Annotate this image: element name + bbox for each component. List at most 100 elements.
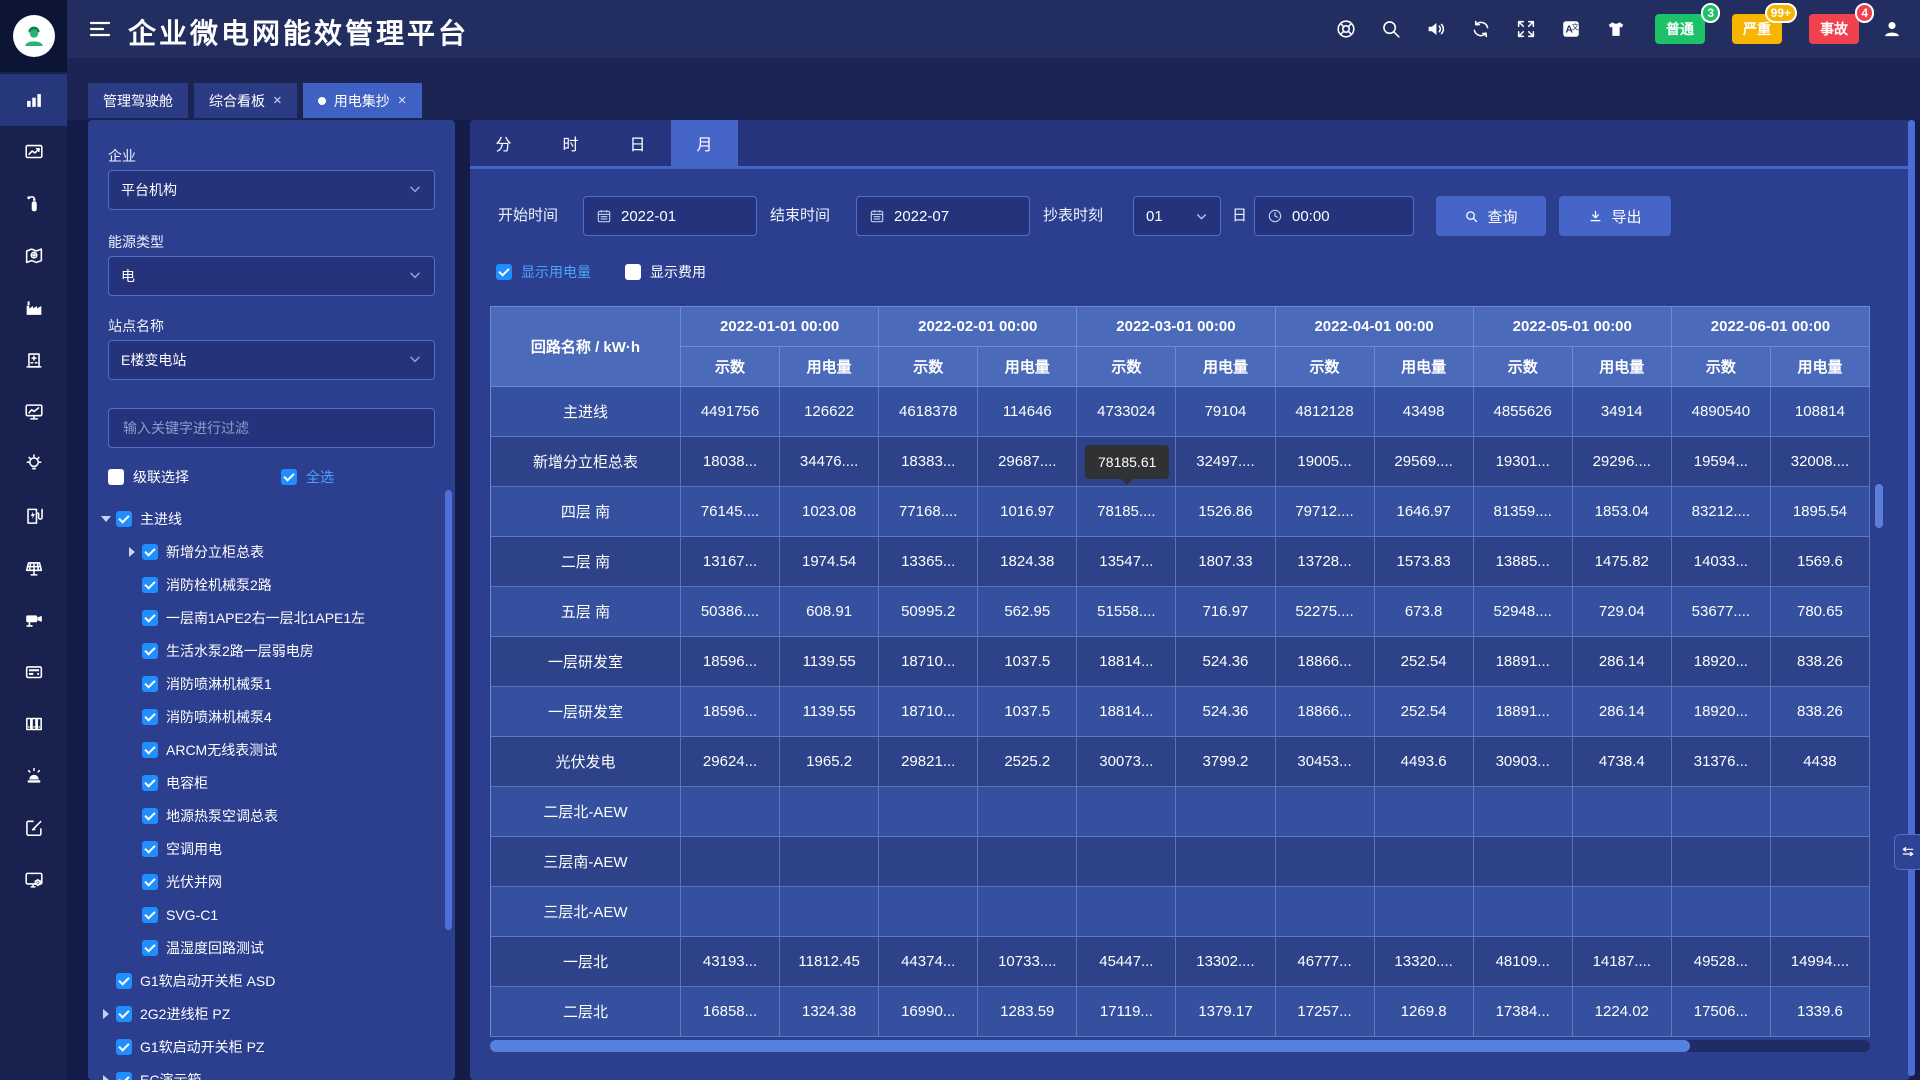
sidebar-item-edit[interactable]: [0, 802, 67, 854]
alarm-badge-0[interactable]: 普通3: [1655, 14, 1705, 44]
energy-type-select[interactable]: 电: [108, 256, 435, 296]
sidebar-item-solar-panel[interactable]: [0, 542, 67, 594]
sidebar-item-ev-charger[interactable]: [0, 490, 67, 542]
end-date-input[interactable]: 2022-07: [856, 196, 1030, 236]
tree-item[interactable]: G1软启动开关柜 ASD: [88, 964, 440, 997]
translate-icon[interactable]: A文: [1559, 17, 1583, 41]
select-all-checkbox[interactable]: [281, 469, 297, 485]
tree-checkbox[interactable]: [116, 1039, 132, 1055]
keyword-filter-input[interactable]: [108, 408, 435, 448]
sidebar-item-cabinet[interactable]: [0, 698, 67, 750]
meter-time-input[interactable]: 00:00: [1254, 196, 1414, 236]
table-horizontal-scrollbar[interactable]: [490, 1040, 1690, 1052]
tree-checkbox[interactable]: [142, 808, 158, 824]
tree-expand-icon[interactable]: [96, 1009, 116, 1019]
tree-item[interactable]: 消防喷淋机械泵1: [88, 667, 440, 700]
lifebuoy-icon[interactable]: [1334, 17, 1358, 41]
sidebar-item-trend-chart[interactable]: [0, 126, 67, 178]
tree-checkbox[interactable]: [142, 775, 158, 791]
period-tab-3[interactable]: 月: [671, 120, 738, 166]
start-date-input[interactable]: 2022-01: [583, 196, 757, 236]
sidebar-item-device[interactable]: [0, 646, 67, 698]
tree-checkbox[interactable]: [116, 973, 132, 989]
tree-checkbox[interactable]: [142, 709, 158, 725]
tree-item[interactable]: 温湿度回路测试: [88, 931, 440, 964]
tree-expand-icon[interactable]: [96, 1075, 116, 1080]
cascade-checkbox[interactable]: [108, 469, 124, 485]
checkbox[interactable]: [496, 264, 512, 280]
sidebar-item-hospital[interactable]: [0, 334, 67, 386]
volume-icon[interactable]: [1424, 17, 1448, 41]
tree-checkbox[interactable]: [116, 511, 132, 527]
user-icon[interactable]: [1880, 17, 1904, 41]
shirt-icon[interactable]: [1604, 17, 1628, 41]
nav-tab-1[interactable]: 综合看板×: [194, 83, 297, 118]
tree-item[interactable]: EC演示箱: [88, 1063, 440, 1080]
sidebar-item-camera[interactable]: [0, 594, 67, 646]
enterprise-select[interactable]: 平台机构: [108, 170, 435, 210]
close-icon[interactable]: ×: [398, 93, 407, 108]
tree-item[interactable]: 主进线: [88, 502, 440, 535]
value-cell: [1573, 837, 1672, 887]
display-checkbox-0[interactable]: 显示用电量: [496, 262, 591, 282]
checkbox[interactable]: [625, 264, 641, 280]
tree-checkbox[interactable]: [142, 874, 158, 890]
sidebar-item-factory[interactable]: [0, 282, 67, 334]
period-tab-0[interactable]: 分: [470, 120, 537, 166]
panel-scrollbar[interactable]: [445, 490, 452, 930]
tree-checkbox[interactable]: [142, 643, 158, 659]
nav-tab-0[interactable]: 管理驾驶舱: [88, 83, 188, 118]
sidebar-item-monitor-settings[interactable]: [0, 854, 67, 906]
tree-item[interactable]: SVG-C1: [88, 898, 440, 931]
tree-checkbox[interactable]: [142, 940, 158, 956]
query-button[interactable]: 查询: [1436, 196, 1546, 236]
tree-item[interactable]: 新增分立柜总表: [88, 535, 440, 568]
tree-checkbox[interactable]: [142, 841, 158, 857]
tree-item[interactable]: 生活水泵2路一层弱电房: [88, 634, 440, 667]
nav-tab-2[interactable]: 用电集抄×: [303, 83, 422, 118]
tree-expand-icon[interactable]: [96, 516, 116, 522]
sidebar-item-bulb[interactable]: [0, 438, 67, 490]
search-icon[interactable]: [1379, 17, 1403, 41]
tree-item[interactable]: 2G2进线柜 PZ: [88, 997, 440, 1030]
value-cell: 50386....: [681, 587, 780, 637]
tree-item[interactable]: 一层南1APE2右一层北1APE1左: [88, 601, 440, 634]
sidebar-item-monitor-chart[interactable]: [0, 386, 67, 438]
close-icon[interactable]: ×: [273, 93, 282, 108]
tree-item[interactable]: 地源热泵空调总表: [88, 799, 440, 832]
tree-item[interactable]: 光伏并网: [88, 865, 440, 898]
tree-item[interactable]: 空调用电: [88, 832, 440, 865]
tree-checkbox[interactable]: [142, 577, 158, 593]
refresh-icon[interactable]: [1469, 17, 1493, 41]
sidebar-item-bar-chart[interactable]: [0, 74, 67, 126]
display-checkbox-1[interactable]: 显示费用: [625, 262, 706, 282]
tree-checkbox[interactable]: [142, 676, 158, 692]
period-tab-2[interactable]: 日: [604, 120, 671, 166]
tree-item[interactable]: 消防栓机械泵2路: [88, 568, 440, 601]
tree-expand-icon[interactable]: [122, 547, 142, 557]
table-vertical-scrollbar[interactable]: [1875, 484, 1883, 528]
tree-checkbox[interactable]: [116, 1006, 132, 1022]
alarm-badge-1[interactable]: 严重99+: [1732, 14, 1782, 44]
alarm-badge-2[interactable]: 事故4: [1809, 14, 1859, 44]
meter-day-select[interactable]: 01: [1133, 196, 1221, 236]
sidebar-item-fire-extinguisher[interactable]: [0, 178, 67, 230]
tree-checkbox[interactable]: [116, 1072, 132, 1080]
tree-checkbox[interactable]: [142, 544, 158, 560]
sidebar-item-alarm[interactable]: [0, 750, 67, 802]
page-scrollbar[interactable]: [1908, 120, 1915, 1076]
tree-checkbox[interactable]: [142, 610, 158, 626]
tree-item[interactable]: 电容柜: [88, 766, 440, 799]
tree-checkbox[interactable]: [142, 907, 158, 923]
tree-item[interactable]: 消防喷淋机械泵4: [88, 700, 440, 733]
station-select[interactable]: E楼变电站: [108, 340, 435, 380]
tree-item[interactable]: G1软启动开关柜 PZ: [88, 1030, 440, 1063]
sidebar-item-map-search[interactable]: [0, 230, 67, 282]
menu-collapse-icon[interactable]: [88, 17, 112, 41]
drawer-toggle-handle[interactable]: [1894, 834, 1920, 870]
tree-item[interactable]: ARCM无线表测试: [88, 733, 440, 766]
fullscreen-icon[interactable]: [1514, 17, 1538, 41]
tree-checkbox[interactable]: [142, 742, 158, 758]
period-tab-1[interactable]: 时: [537, 120, 604, 166]
export-button[interactable]: 导出: [1559, 196, 1671, 236]
